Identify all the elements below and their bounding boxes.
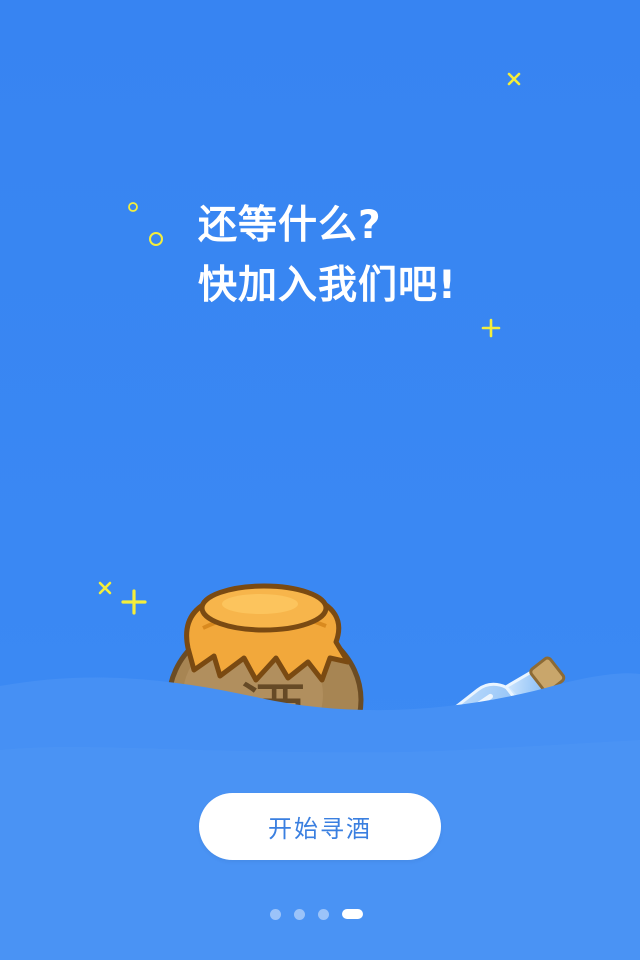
page-dot-4-active[interactable] — [342, 909, 363, 919]
sparkle-circle-icon — [149, 232, 163, 246]
onboarding-screen: 还等什么? 快加入我们吧! 开始寻酒 — [0, 0, 640, 960]
page-dot-3[interactable] — [318, 908, 329, 920]
start-button[interactable]: 开始寻酒 — [199, 793, 441, 860]
sparkle-cross-icon — [507, 72, 521, 86]
sparkle-small-circle-icon — [128, 202, 138, 212]
headline-line-2: 快加入我们吧! — [198, 263, 457, 308]
sparkle-plus-icon — [481, 318, 501, 338]
headline: 还等什么? 快加入我们吧! — [198, 196, 457, 316]
headline-line-1: 还等什么? — [198, 203, 382, 248]
sea-waves — [0, 673, 640, 960]
page-dot-2[interactable] — [294, 908, 305, 920]
page-indicator — [270, 908, 363, 920]
page-dot-1[interactable] — [270, 908, 281, 920]
